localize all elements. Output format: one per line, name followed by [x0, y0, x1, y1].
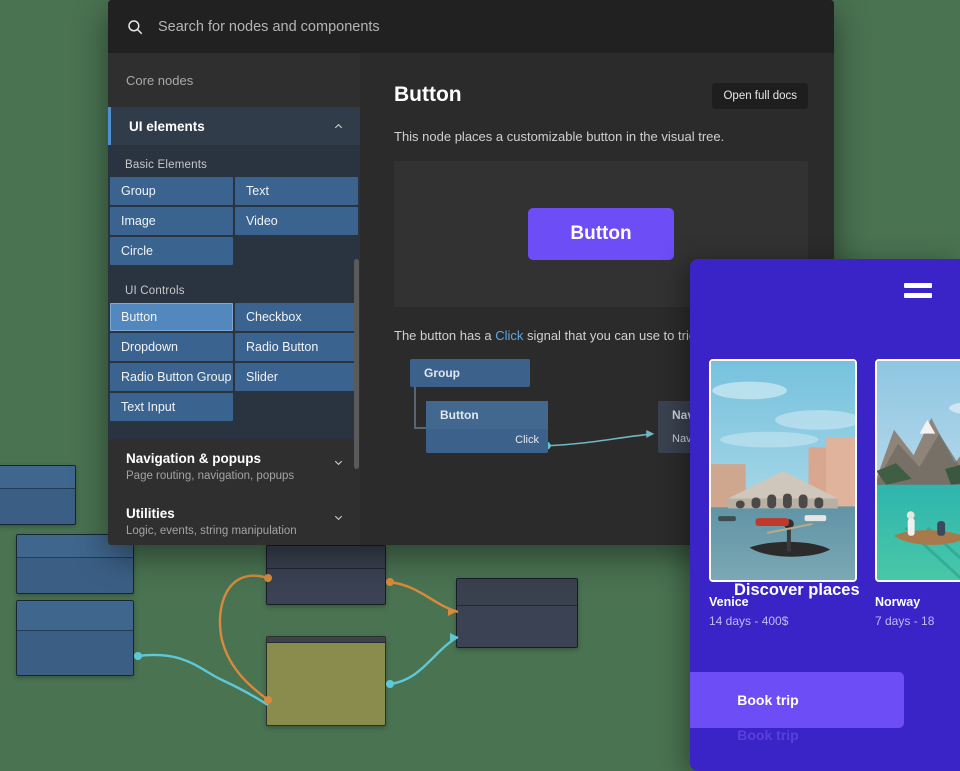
bg-node[interactable] [16, 600, 134, 676]
sidebar-section-navigation-popups[interactable]: Navigation & popups Page routing, naviga… [108, 439, 360, 494]
section-subtitle: Page routing, navigation, popups [126, 470, 295, 483]
places-card-list: Venice 14 days - 400$ Norway 7 days - 18 [709, 359, 960, 628]
place-card[interactable]: Venice 14 days - 400$ [709, 359, 857, 628]
chevron-down-icon [334, 460, 343, 466]
node-chip-group[interactable]: Group [110, 177, 233, 205]
group-spacer [108, 265, 360, 277]
node-chip-text-input[interactable]: Text Input [110, 393, 233, 421]
sidebar: Core nodes UI elements Basic Elements Gr… [108, 53, 360, 545]
book-trip-shadow-label: Book trip [737, 727, 799, 743]
ui-controls-grid: Button Checkbox Dropdown Radio Button Ra… [108, 303, 360, 421]
bg-node[interactable] [456, 578, 578, 648]
preview-button[interactable]: Button [528, 208, 674, 260]
page-title: Button [394, 83, 462, 106]
chevron-down-icon [334, 515, 343, 520]
group-label-basic-elements: Basic Elements [125, 159, 208, 171]
click-signal-link[interactable]: Click [495, 328, 523, 343]
graph-node-button[interactable]: Button Click [426, 401, 548, 453]
sidebar-scrollbar[interactable] [354, 259, 359, 469]
sidebar-item-core-nodes[interactable]: Core nodes [108, 53, 360, 107]
signal-text-before: The button has a [394, 328, 496, 343]
place-meta: 7 days - 18 [875, 614, 935, 628]
grid-filler [235, 393, 358, 421]
venice-photo [709, 359, 857, 582]
open-full-docs-button[interactable]: Open full docs [712, 83, 808, 109]
sidebar-section-ui-elements[interactable]: UI elements [108, 107, 360, 145]
node-chip-text[interactable]: Text [235, 177, 358, 205]
graph-node-group[interactable]: Group [410, 359, 530, 387]
bg-node[interactable] [266, 636, 386, 726]
sidebar-scroll-area: Core nodes UI elements Basic Elements Gr… [108, 53, 360, 545]
node-chip-radio-button-group[interactable]: Radio Button Group [110, 363, 233, 391]
sidebar-section-utilities[interactable]: Utilities Logic, events, string manipula… [108, 494, 360, 545]
search-icon [128, 19, 143, 34]
node-chip-radio-button[interactable]: Radio Button [235, 333, 358, 361]
node-chip-circle[interactable]: Circle [110, 237, 233, 265]
place-name: Venice [709, 595, 749, 609]
mobile-preview-panel: Discover places Venice 14 days - 400$ No… [690, 259, 960, 771]
graph-node-label: Button [426, 401, 548, 429]
docs-description: This node places a customizable button i… [394, 129, 725, 144]
node-chip-image[interactable]: Image [110, 207, 233, 235]
basic-elements-grid: Group Text Image Video Circle [108, 177, 360, 265]
section-title: UI elements [129, 118, 205, 134]
search-input[interactable]: Search for nodes and components [158, 19, 380, 35]
node-chip-checkbox[interactable]: Checkbox [235, 303, 358, 331]
ui-elements-content: Basic Elements Group Text Image Video Ci… [108, 145, 360, 439]
node-chip-button[interactable]: Button [110, 303, 233, 331]
bg-node[interactable] [0, 465, 76, 525]
node-chip-dropdown[interactable]: Dropdown [110, 333, 233, 361]
search-bar[interactable]: Search for nodes and components [108, 0, 834, 53]
group-label-ui-controls: UI Controls [125, 285, 185, 297]
norway-photo [875, 359, 960, 582]
book-trip-button[interactable]: Book trip [690, 672, 904, 728]
core-nodes-label: Core nodes [126, 72, 194, 88]
docs-header: Button Open full docs [394, 83, 808, 109]
bg-node[interactable] [266, 545, 386, 605]
grid-filler [235, 237, 358, 265]
hamburger-menu-icon[interactable] [904, 283, 932, 303]
section-title: Utilities [126, 505, 175, 521]
place-meta: 14 days - 400$ [709, 614, 789, 628]
place-card[interactable]: Norway 7 days - 18 [875, 359, 960, 628]
node-chip-video[interactable]: Video [235, 207, 358, 235]
section-subtitle: Logic, events, string manipulation [126, 524, 297, 537]
chevron-up-icon [334, 123, 343, 128]
section-title: Navigation & popups [126, 451, 261, 466]
graph-port-click[interactable]: Click [515, 434, 539, 446]
collapsed-sections: Navigation & popups Page routing, naviga… [108, 439, 360, 545]
node-chip-slider[interactable]: Slider [235, 363, 358, 391]
place-name: Norway [875, 595, 921, 609]
screenshot-root: Search for nodes and components Core nod… [0, 0, 960, 771]
graph-node-label: Group [424, 366, 460, 380]
